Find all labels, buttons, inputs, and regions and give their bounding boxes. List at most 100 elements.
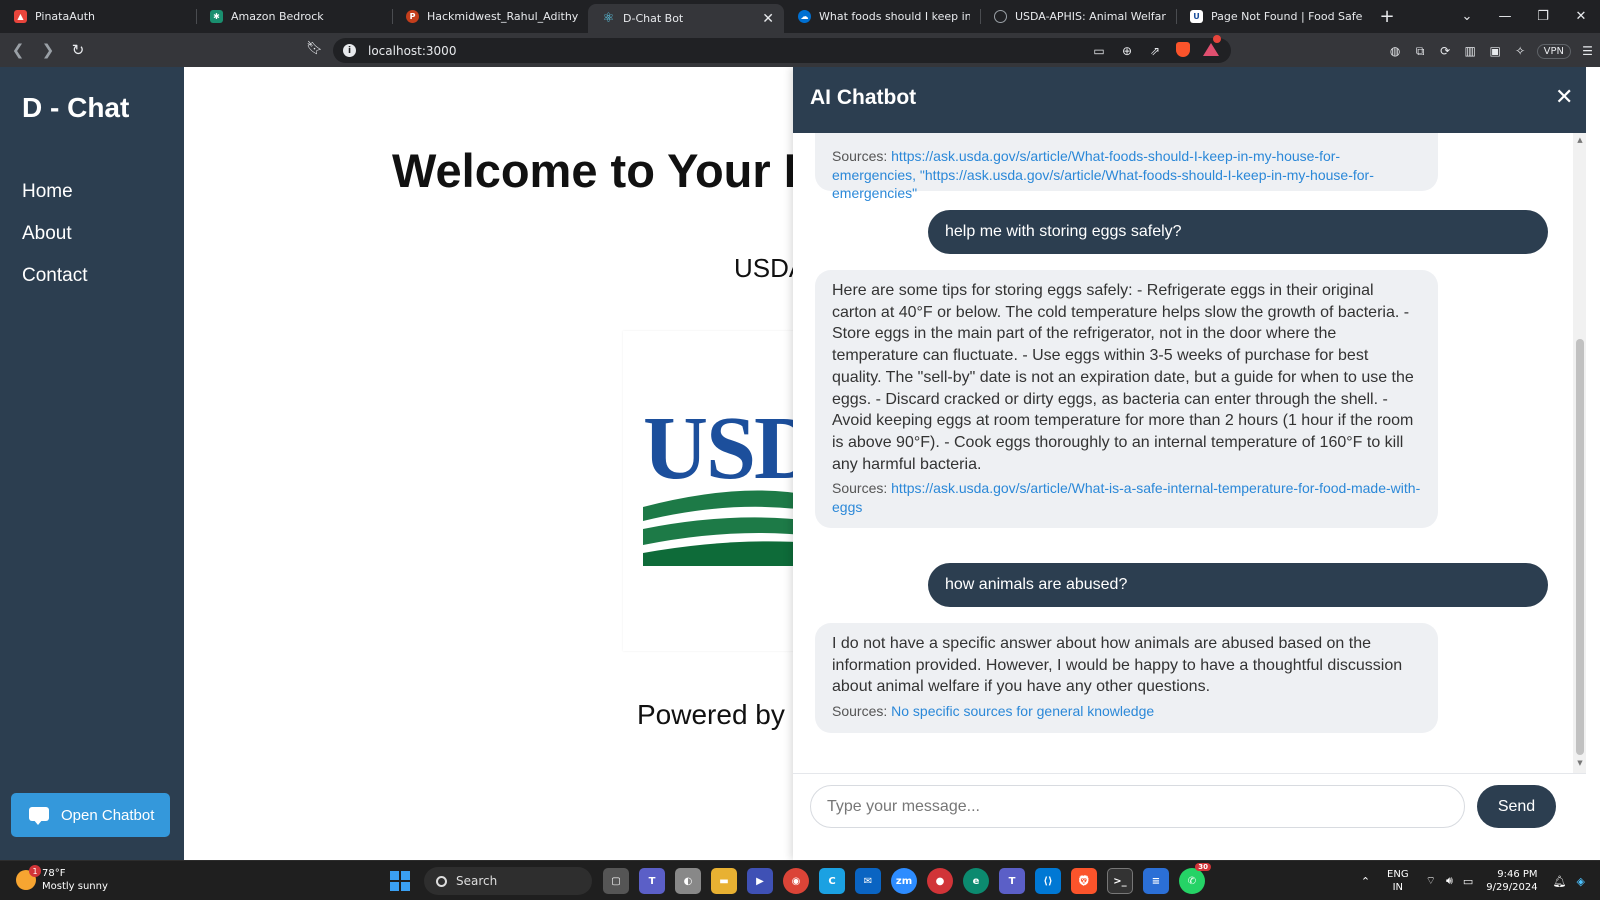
message-scrollbar[interactable]: ▲ ▼	[1573, 133, 1586, 773]
chat-header: AI Chatbot ✕	[793, 67, 1586, 133]
new-tab-button[interactable]: +	[1372, 0, 1402, 33]
nav-home[interactable]: Home	[22, 181, 73, 203]
sources-label: Sources:	[832, 480, 888, 497]
salesforce-icon: ☁	[798, 10, 811, 23]
tab-label: Hackmidwest_Rahul_Adithya.pptx	[427, 10, 578, 23]
tab-label: What foods should I keep in my ho	[819, 10, 970, 23]
share-icon[interactable]: ⇗	[1141, 44, 1169, 58]
site-info-icon[interactable]: i	[343, 44, 356, 57]
tab-what-foods[interactable]: ☁ What foods should I keep in my ho	[784, 0, 980, 33]
bot-message: Here are some tips for storing eggs safe…	[815, 270, 1438, 529]
language-indicator[interactable]: ENG IN	[1387, 868, 1409, 894]
chrome-icon[interactable]: ◉	[783, 868, 809, 894]
vscode-icon[interactable]: ⟨⟩	[1035, 868, 1061, 894]
scroll-up-icon[interactable]: ▲	[1576, 136, 1584, 144]
browser-tab-strip: ▲ PinataAuth ✱ Amazon Bedrock P Hackmidw…	[0, 0, 1600, 33]
extension-icons: ◍ ⧉ ⟳ ▥ ▣ ✧ VPN ☰	[1383, 40, 1600, 62]
windows-start-icon[interactable]	[387, 868, 413, 894]
sidebar-toggle-icon[interactable]: ▥	[1458, 44, 1483, 58]
terminal-icon[interactable]: >_	[1107, 868, 1133, 894]
volume-icon[interactable]: 🔊︎	[1446, 874, 1453, 888]
send-button[interactable]: Send	[1477, 785, 1556, 828]
battery-icon[interactable]: ▭	[1463, 875, 1473, 888]
message-input[interactable]	[810, 785, 1465, 828]
source-link[interactable]: No specific sources for general knowledg…	[891, 703, 1154, 719]
media-player-icon[interactable]: ▶	[747, 868, 773, 894]
leo-icon[interactable]: ◍	[1383, 44, 1408, 58]
close-icon[interactable]: ✕	[1555, 85, 1573, 110]
cast-icon[interactable]: ▭	[1085, 44, 1113, 58]
mail-icon[interactable]: ✉	[855, 868, 881, 894]
weather-badge: 1	[29, 865, 41, 877]
scroll-thumb[interactable]	[1576, 339, 1584, 755]
scroll-down-icon[interactable]: ▼	[1576, 759, 1584, 767]
tab-pinataauth[interactable]: ▲ PinataAuth	[0, 0, 196, 33]
nav-about[interactable]: About	[22, 223, 72, 245]
open-chatbot-button[interactable]: Open Chatbot	[11, 793, 170, 837]
powered-by-text: Powered by	[637, 699, 785, 730]
wallet-icon[interactable]: ▣	[1483, 44, 1508, 58]
sidebar: D - Chat Home About Contact Open Chatbot	[0, 67, 184, 860]
chevron-down-icon[interactable]: ⌄	[1448, 0, 1486, 33]
task-view-icon[interactable]: ▢	[603, 868, 629, 894]
notification-bell-icon[interactable]: 🔔︎	[1553, 875, 1567, 888]
taskbar-search[interactable]: Search	[424, 867, 592, 895]
whatsapp-icon[interactable]: ✆ 30	[1179, 863, 1211, 894]
teams-work-icon[interactable]: T	[999, 868, 1025, 894]
tab-label: USDA-APHIS: Animal Welfare	[1015, 10, 1166, 23]
zoom-app-icon[interactable]: zm	[891, 868, 917, 894]
nav-contact[interactable]: Contact	[22, 265, 87, 287]
chevron-up-icon[interactable]: ⌃	[1361, 875, 1370, 888]
teams-icon[interactable]: T	[639, 868, 665, 894]
brave-shield-icon[interactable]	[1169, 41, 1197, 60]
minimize-icon[interactable]: —	[1486, 0, 1524, 33]
file-explorer-icon[interactable]: ▬	[711, 868, 737, 894]
wifi-icon[interactable]: ⌔	[1426, 874, 1436, 888]
whatsapp-badge: 30	[1195, 863, 1211, 871]
lang-line1: ENG	[1387, 869, 1409, 880]
chatbot-panel: AI Chatbot ✕ Sources: https://ask.usda.g…	[793, 67, 1600, 860]
copilot-icon[interactable]: ◐	[675, 868, 701, 894]
address-bar[interactable]: i localhost:3000 ▭ ⊕ ⇗	[333, 34, 1231, 63]
browser-toolbar: ❮ ❯ ↻ 🔖︎ i localhost:3000 ▭ ⊕ ⇗ ◍ ⧉ ⟳ ▥ …	[0, 33, 1600, 67]
source-link[interactable]: https://ask.usda.gov/s/article/What-food…	[832, 148, 1374, 201]
extensions-icon[interactable]: ⧉	[1408, 44, 1433, 59]
cortana-icon[interactable]: C	[819, 868, 845, 894]
tab-d-chat-bot[interactable]: ⚛ D-Chat Bot ✕	[588, 4, 784, 33]
zoom-icon[interactable]: ⊕	[1113, 44, 1141, 58]
weather-widget[interactable]: 1 78°F Mostly sunny	[16, 865, 108, 893]
restore-icon[interactable]: ❐	[1524, 0, 1562, 33]
vpn-button[interactable]: VPN	[1536, 43, 1571, 59]
bot-message: Sources: https://ask.usda.gov/s/article/…	[815, 133, 1438, 201]
brave-icon[interactable]: 🦁︎	[1071, 868, 1097, 894]
clock[interactable]: 9:46 PM 9/29/2024	[1486, 868, 1537, 894]
recorder-icon[interactable]: ●	[927, 868, 953, 894]
tab-pptx[interactable]: P Hackmidwest_Rahul_Adithya.pptx	[392, 0, 588, 33]
react-icon: ⚛	[602, 11, 615, 26]
sync-icon[interactable]: ⟳	[1433, 44, 1458, 58]
tab-page-not-found[interactable]: U Page Not Found | Food Safety and I	[1176, 0, 1372, 33]
chat-title: AI Chatbot	[810, 86, 917, 109]
search-icon	[436, 875, 447, 887]
menu-icon[interactable]: ☰	[1575, 44, 1600, 58]
url-text[interactable]: localhost:3000	[368, 44, 456, 58]
user-message: help me with storing eggs safely?	[928, 210, 1548, 254]
source-link[interactable]: https://ask.usda.gov/s/article/What-is-a…	[832, 480, 1420, 515]
close-window-icon[interactable]: ✕	[1562, 0, 1600, 33]
forward-icon[interactable]: ❯	[36, 38, 60, 62]
copilot-tray-icon[interactable]: ◈	[1577, 875, 1585, 888]
notepad-icon[interactable]: ≡	[1143, 868, 1169, 894]
tab-label: PinataAuth	[35, 10, 95, 23]
close-tab-icon[interactable]: ✕	[762, 11, 774, 27]
edge-icon[interactable]: e	[963, 868, 989, 894]
tab-amazon-bedrock[interactable]: ✱ Amazon Bedrock	[196, 0, 392, 33]
sources-label: Sources:	[832, 148, 888, 164]
bookmark-icon[interactable]: 🔖︎	[306, 41, 323, 56]
brave-rewards-icon[interactable]	[1197, 34, 1225, 59]
ai-icon[interactable]: ✧	[1508, 44, 1533, 58]
reload-icon[interactable]: ↻	[66, 38, 90, 62]
back-icon[interactable]: ❮	[6, 38, 30, 62]
message-sources: Sources: https://ask.usda.gov/s/article/…	[832, 479, 1421, 516]
tab-usda-aphis[interactable]: USDA-APHIS: Animal Welfare	[980, 0, 1176, 33]
sources-label: Sources:	[832, 703, 888, 720]
